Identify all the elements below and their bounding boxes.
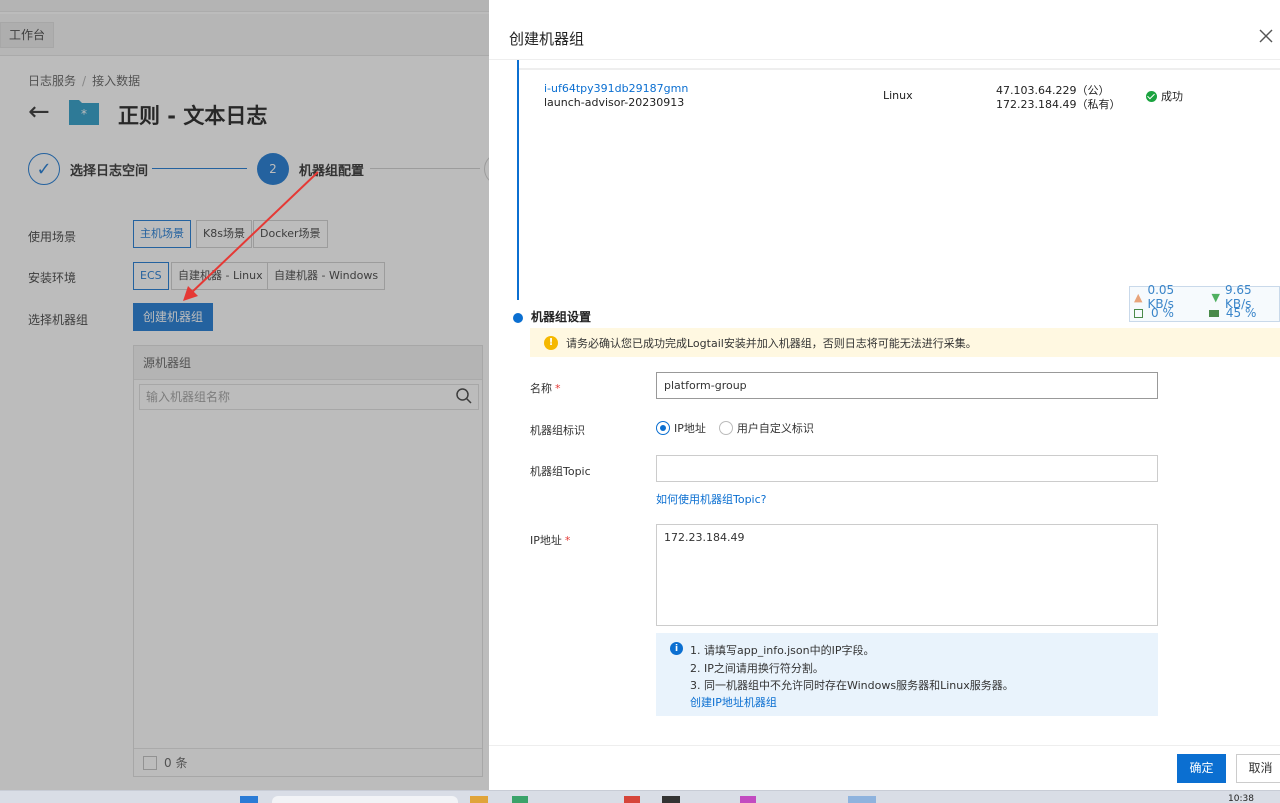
os-taskbar: 10:38 (0, 790, 1280, 803)
drawer-footer: 确定 取消 (489, 745, 1280, 790)
cpu-usage: 0 % (1151, 306, 1174, 320)
app-icon[interactable] (512, 796, 528, 803)
app-icon[interactable] (848, 796, 876, 803)
download-arrow-icon: ▼ (1211, 290, 1220, 304)
confirm-button[interactable]: 确定 (1177, 754, 1226, 783)
tip-line: 1. 请填写app_info.json中的IP字段。 (690, 644, 875, 657)
ip-tips-box: i 1. 请填写app_info.json中的IP字段。 2. IP之间请用换行… (656, 633, 1158, 716)
topic-label: 机器组Topic (530, 465, 591, 478)
app-icon[interactable] (740, 796, 756, 803)
custom-id-radio-label[interactable]: 用户自定义标识 (737, 420, 814, 436)
topic-input[interactable] (656, 455, 1158, 482)
taskbar-search-icon[interactable] (272, 796, 458, 803)
taskbar-clock: 10:38 (1228, 794, 1254, 803)
instance-id-link[interactable]: i-uf64tpy391db29187gmn (544, 82, 688, 95)
drawer-header: 创建机器组 (489, 14, 1280, 60)
info-icon: i (670, 642, 683, 655)
instance-os: Linux (883, 89, 913, 102)
upload-arrow-icon: ▲ (1134, 290, 1143, 304)
section-title: 机器组设置 (531, 310, 592, 324)
name-label: 名称 * (530, 382, 561, 395)
cancel-button[interactable]: 取消 (1236, 754, 1280, 783)
instance-ip-private: 172.23.184.49（私有） (996, 98, 1121, 111)
tip-line: 3. 同一机器组中不允许同时存在Windows服务器和Linux服务器。 (690, 679, 1014, 692)
custom-id-radio[interactable] (718, 421, 733, 435)
windows-start-icon[interactable] (240, 796, 258, 803)
app-icon[interactable] (624, 796, 640, 803)
network-monitor-widget: ▲ 0.05 KB/s ▼ 9.65 KB/s 0 % 45 % (1129, 283, 1280, 322)
memory-icon (1208, 309, 1219, 317)
cpu-icon (1134, 308, 1143, 318)
instance-status: 成功 (1146, 88, 1183, 104)
file-explorer-icon[interactable] (470, 796, 488, 803)
ip-label: IP地址 * (530, 534, 571, 547)
create-group-drawer: 创建机器组 i-uf64tpy391db29187gmn launch-advi… (489, 0, 1280, 790)
warning-text: 请务必确认您已成功完成Logtail安装并加入机器组，否则日志将可能无法进行采集… (566, 336, 977, 350)
modal-overlay[interactable] (0, 0, 489, 803)
name-label-text: 名称 (530, 382, 552, 395)
identifier-label: 机器组标识 (530, 424, 585, 437)
group-name-input[interactable]: platform-group (656, 372, 1158, 399)
warning-banner: ! 请务必确认您已成功完成Logtail安装并加入机器组，否则日志将可能无法进行… (530, 328, 1280, 357)
identifier-radio-group: IP地址 用户自定义标识 (656, 420, 827, 436)
section-dot-icon (513, 313, 523, 323)
warning-icon: ! (544, 335, 558, 350)
success-icon (1146, 90, 1157, 102)
ip-radio[interactable] (656, 421, 670, 435)
table-divider (519, 68, 1280, 70)
tip-line: 2. IP之间请用换行符分割。 (690, 662, 824, 675)
create-ip-group-link[interactable]: 创建IP地址机器组 (690, 694, 777, 710)
app-icon[interactable] (662, 796, 680, 803)
status-text: 成功 (1161, 90, 1183, 103)
memory-usage: 45 % (1225, 306, 1257, 320)
instance-name: launch-advisor-20230913 (544, 96, 685, 109)
drawer-title: 创建机器组 (509, 30, 585, 48)
ip-address-textarea[interactable]: 172.23.184.49 (656, 524, 1158, 626)
topic-help-link[interactable]: 如何使用机器组Topic? (656, 491, 767, 507)
ip-radio-label[interactable]: IP地址 (674, 420, 706, 436)
close-icon[interactable] (1258, 28, 1274, 44)
section-timeline (517, 60, 519, 300)
ip-label-text: IP地址 (530, 534, 562, 547)
